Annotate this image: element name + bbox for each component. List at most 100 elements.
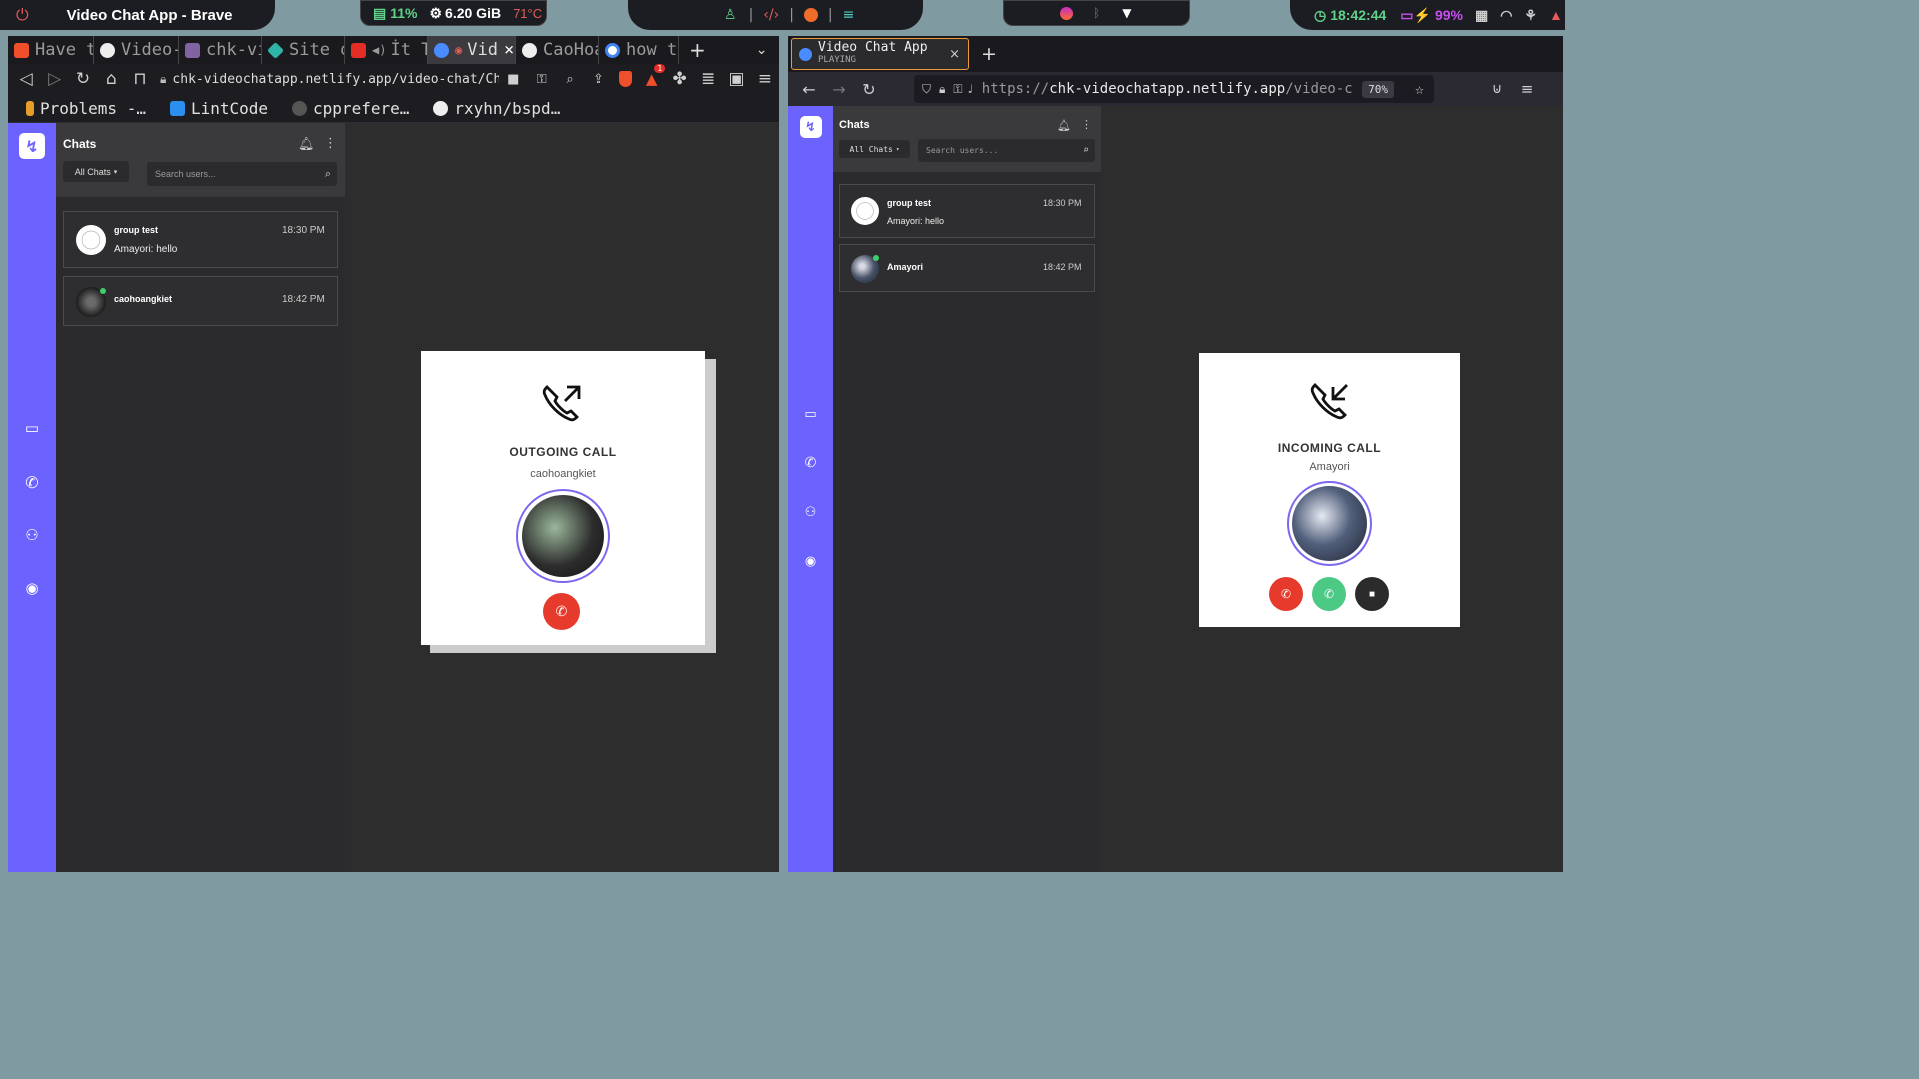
power-icon[interactable]: ⏻ bbox=[16, 5, 29, 25]
microphone-icon[interactable]: ♩ bbox=[967, 82, 974, 96]
tab-chk[interactable]: chk-vi bbox=[179, 36, 262, 66]
bookmark-lintcode[interactable]: LintCode bbox=[169, 99, 268, 118]
app-logo[interactable]: ↯ bbox=[799, 116, 822, 138]
extensions-icon[interactable]: ✤ bbox=[665, 69, 693, 89]
notification-bell-icon[interactable]: 🔔︎ bbox=[1057, 119, 1071, 132]
lock-icon[interactable]: 🔒︎ bbox=[939, 82, 945, 97]
firefox-icon[interactable] bbox=[1060, 6, 1073, 20]
decline-call-button[interactable]: ✆ bbox=[1269, 577, 1303, 611]
reload-icon[interactable]: ↻ bbox=[69, 69, 97, 89]
lintcode-icon bbox=[169, 100, 185, 116]
all-chats-dropdown[interactable]: All Chats ▾ bbox=[839, 140, 910, 158]
tab-video-chat-active[interactable]: ◉ Vid × bbox=[428, 36, 516, 66]
topbar-status-pill: ◷ 18:42:44 ▭⚡ 99% ▦ ◠ ⚘ ▲ bbox=[1290, 0, 1565, 30]
search-users-input[interactable]: Search users... ⌕ bbox=[918, 139, 1095, 162]
tracking-shield-icon[interactable]: ⛉ bbox=[922, 82, 931, 97]
battery-icon: ▭⚡ bbox=[1400, 6, 1431, 23]
tab-youtube[interactable]: ◀) İt T bbox=[345, 36, 428, 66]
end-call-button[interactable]: ✆ bbox=[543, 593, 580, 630]
wifi-icon[interactable]: ◠ bbox=[1500, 7, 1512, 24]
zoom-level-badge[interactable]: 70% bbox=[1362, 80, 1394, 98]
chats-nav-icon[interactable]: ▭ bbox=[804, 407, 816, 422]
menu-icon[interactable]: ≡ bbox=[1512, 80, 1542, 98]
chats-nav-icon[interactable]: ▭ bbox=[25, 419, 39, 437]
close-tab-icon[interactable]: × bbox=[504, 40, 514, 60]
tab-have[interactable]: Have t bbox=[8, 36, 94, 66]
camera-icon[interactable]: ■ bbox=[499, 72, 527, 87]
database-icon[interactable]: ≡ bbox=[843, 7, 855, 23]
outgoing-call-card: OUTGOING CALL caohoangkiet ✆ bbox=[421, 351, 705, 645]
close-tab-icon[interactable]: × bbox=[949, 47, 960, 62]
permissions-icon[interactable]: ⚿ bbox=[953, 82, 962, 97]
menu-icon[interactable]: ≡ bbox=[751, 69, 779, 89]
calendar-icon[interactable]: ▦ bbox=[1475, 7, 1488, 24]
forward-icon[interactable]: → bbox=[824, 80, 854, 99]
more-options-icon[interactable]: ⋮ bbox=[324, 136, 337, 151]
github-icon bbox=[522, 42, 537, 58]
star-bookmark-icon[interactable]: ☆ bbox=[1415, 80, 1424, 98]
bookmark-cppreference[interactable]: cpprefere… bbox=[292, 99, 409, 118]
brave-shield-icon[interactable] bbox=[618, 71, 632, 87]
zoom-icon[interactable]: ⌕ bbox=[556, 72, 584, 87]
brave-icon[interactable] bbox=[803, 8, 818, 22]
back-icon[interactable]: ← bbox=[794, 80, 824, 99]
mute-icon[interactable]: ◀) bbox=[372, 43, 386, 57]
list-item-group-test[interactable]: group test 18:30 PM Amayori: hello bbox=[63, 211, 338, 268]
list-item-amayori[interactable]: Amayori 18:42 PM bbox=[839, 244, 1095, 292]
app-logo[interactable]: ↯ bbox=[19, 133, 45, 159]
calls-nav-icon[interactable]: ✆ bbox=[805, 455, 817, 471]
new-tab-button[interactable]: + bbox=[981, 43, 997, 65]
friends-nav-icon[interactable]: ⚇ bbox=[805, 505, 817, 520]
bookmark-problems[interactable]: Problems -… bbox=[26, 99, 146, 118]
new-tab-button[interactable]: + bbox=[689, 38, 706, 62]
back-icon[interactable]: ◁ bbox=[12, 69, 40, 89]
chat-name: group test bbox=[114, 225, 158, 235]
call-status-title: INCOMING CALL bbox=[1277, 441, 1382, 455]
rewards-icon[interactable]: ▲ 1 bbox=[646, 64, 666, 88]
tab-list-icon[interactable]: ⌄ bbox=[756, 42, 768, 58]
profile-nav-icon[interactable]: ◉ bbox=[805, 554, 816, 569]
right-tabstrip: Video Chat App PLAYING × + bbox=[788, 36, 1563, 72]
tab-caohoa[interactable]: CaoHoa bbox=[516, 36, 599, 66]
profile-nav-icon[interactable]: ◉ bbox=[25, 579, 38, 597]
tab-video[interactable]: Video- bbox=[94, 36, 179, 66]
callee-avatar bbox=[522, 495, 604, 577]
address-bar[interactable]: ⛉ 🔒︎ ⚿ ♩ https://chk-videochatapp.netlif… bbox=[914, 75, 1434, 103]
url-text[interactable]: chk-videochatapp.netlify.app/video-chat/… bbox=[172, 72, 499, 87]
wifi-small-icon[interactable]: ▼ bbox=[1122, 6, 1131, 20]
reload-icon[interactable]: ↻ bbox=[854, 80, 884, 99]
arch-icon[interactable]: ▲ bbox=[1549, 7, 1563, 23]
calls-nav-icon[interactable]: ✆ bbox=[25, 473, 38, 492]
forward-icon[interactable]: ▷ bbox=[40, 69, 68, 89]
wallet-icon[interactable]: ▣ bbox=[722, 69, 750, 89]
bookmark-rxyhn[interactable]: rxyhn/bspd… bbox=[433, 99, 560, 118]
share-icon[interactable]: ⇪ bbox=[584, 72, 612, 87]
caller-name: Amayori bbox=[1309, 461, 1350, 473]
more-options-icon[interactable]: ⋮ bbox=[1081, 118, 1092, 131]
network-icon[interactable]: ⚘ bbox=[1524, 7, 1537, 24]
search-icon: ⌕ bbox=[1082, 145, 1089, 156]
code-icon[interactable]: ‹/› bbox=[763, 7, 779, 23]
tab-video-chat-app[interactable]: Video Chat App PLAYING × bbox=[791, 38, 969, 70]
search-users-input[interactable]: Search users... ⌕ bbox=[147, 162, 337, 186]
chats-title: Chats bbox=[63, 137, 97, 151]
tree-icon[interactable]: ♙ bbox=[724, 7, 737, 23]
list-item-caohoangkiet[interactable]: caohoangkiet 18:42 PM bbox=[63, 276, 338, 326]
battery-value: 99% bbox=[1434, 7, 1463, 23]
playlist-icon[interactable]: ≣ bbox=[694, 69, 722, 89]
github-icon bbox=[433, 100, 449, 116]
all-chats-dropdown[interactable]: All Chats ▾ bbox=[63, 161, 129, 182]
accept-call-button[interactable]: ✆ bbox=[1312, 577, 1346, 611]
video-call-button[interactable]: ■ bbox=[1355, 577, 1389, 611]
home-icon[interactable]: ⌂ bbox=[97, 69, 125, 89]
key-icon[interactable]: ⚿ bbox=[527, 72, 555, 87]
notification-bell-icon[interactable]: 🔔︎ bbox=[298, 137, 315, 152]
tab-how-to[interactable]: how to bbox=[599, 36, 679, 66]
bluetooth-icon[interactable]: ᛒ bbox=[1093, 6, 1100, 20]
tab-site[interactable]: Site o bbox=[262, 36, 345, 66]
pocket-icon[interactable]: ⊍ bbox=[1482, 81, 1512, 97]
friends-nav-icon[interactable]: ⚇ bbox=[25, 526, 38, 544]
hang-up-icon: ✆ bbox=[555, 603, 568, 619]
bookmark-icon[interactable]: ⊓ bbox=[126, 69, 154, 89]
list-item-group-test[interactable]: group test 18:30 PM Amayori: hello bbox=[839, 184, 1095, 238]
